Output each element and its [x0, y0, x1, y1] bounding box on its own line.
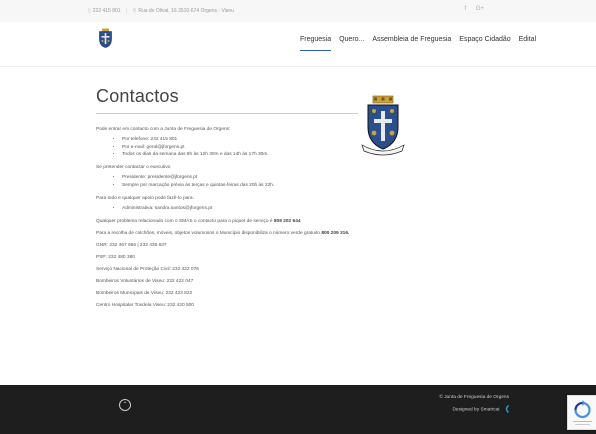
coat-of-arms: [361, 95, 405, 156]
site-footer: ⌃ © Junta de Freguesia de Orgens Designe…: [0, 385, 596, 434]
recolha-line: Para a recolha de colchões, móveis, obje…: [96, 231, 366, 237]
list-item: Todos os dias da semana das 9h às 12h 30…: [122, 152, 366, 158]
contact-info-bar: ▯ 232 415 801 | ⚲ Rua do Olival, 16 3510-6…: [88, 8, 234, 14]
contact-line-protecao-civil: Serviço Nacional de Proteção Civil: 232 …: [96, 266, 199, 272]
site-logo[interactable]: [98, 28, 113, 48]
exec-intro: Se pretender contactar o executivo: [96, 165, 171, 170]
site-header: Freguesia Quero... Assembleia de Fregues…: [0, 22, 596, 67]
contact-line-bombeiros-municipais: Bombeiros Municipais de Viseu: 232 423 8…: [96, 290, 193, 296]
contact-line-gnr: GNR: 232 467 956 | 232 436 637: [96, 242, 167, 248]
google-plus-icon[interactable]: G+: [476, 6, 484, 12]
list-item[interactable]: Por e-mail: geral@jforgens.pt: [122, 145, 366, 151]
recaptcha-icon: [573, 400, 592, 425]
support-intro: Para todo e qualquer apoio pode fazê-lo …: [96, 195, 194, 201]
top-bar: ▯ 232 415 801 | ⚲ Rua do Olival, 16 3510-6…: [0, 0, 596, 23]
list-item: Por telefone: 232 415 801: [122, 137, 366, 143]
recolha-text: Para a recolha de colchões, móveis, obje…: [96, 230, 322, 236]
smas-line: Qualquer problema relacionado com o SMAS…: [96, 219, 366, 225]
support-list: Administrativa: sandra.santos@jforgens.p…: [96, 206, 366, 212]
smas-number: 808 202 644: [273, 218, 301, 224]
recaptcha-badge[interactable]: [567, 395, 596, 430]
list-item[interactable]: Administrativa: sandra.santos@jforgens.p…: [122, 206, 366, 212]
contact-line-psp: PSP: 232 480 380: [96, 254, 135, 260]
nav-item-edital[interactable]: Edital: [519, 36, 537, 43]
page-title: Contactos: [96, 86, 179, 106]
copyright-text: © Junta de Freguesia de Orgens: [439, 395, 509, 400]
map-marker-icon: ⚲: [132, 8, 137, 14]
designed-by-line: Designed by Smartcat: [439, 405, 509, 413]
main-content: Contactos: [96, 86, 496, 107]
other-contacts: Qualquer problema relacionado com o SMAS…: [96, 219, 366, 309]
title-divider: [96, 113, 358, 114]
facebook-icon[interactable]: f: [464, 6, 466, 12]
list-item[interactable]: Presidente: presidente@jforgens.pt: [122, 175, 366, 181]
nav-item-freguesia[interactable]: Freguesia: [300, 36, 332, 51]
nav-item-quero[interactable]: Quero...: [339, 36, 364, 43]
intro-text: Pode entrar em contacto com a Junta de F…: [96, 127, 231, 132]
phone-icon: ▯: [88, 8, 91, 14]
chevron-up-icon[interactable]: ⌃: [119, 399, 131, 411]
smartcat-logo-icon: [505, 405, 509, 413]
contact-content: Pode entrar em contacto com a Junta de F…: [96, 127, 366, 315]
list-item: Sempre por marcação prévia às terças e q…: [122, 183, 366, 189]
footer-credits: © Junta de Freguesia de Orgens Designed …: [439, 395, 509, 418]
main-nav: Freguesia Quero... Assembleia de Fregues…: [300, 36, 542, 51]
contact-line-hospital: Centro Hospitalar Tondela Viseu: 232 420…: [96, 302, 194, 308]
topbar-phone: 232 415 801: [92, 8, 121, 14]
contact-line-bombeiros-voluntarios: Bombeiros Voluntários de Viseu: 232 422 …: [96, 278, 194, 284]
separator: |: [125, 8, 128, 14]
nav-item-assembleia[interactable]: Assembleia de Freguesia: [372, 36, 451, 43]
contact-list: Por telefone: 232 415 801 Por e-mail: ge…: [96, 137, 366, 158]
social-links: f G+: [456, 6, 484, 12]
topbar-address: Rua do Olival, 16 3510-674 Orgens - Vise…: [138, 8, 234, 14]
recolha-number: 800 209 316.: [321, 230, 350, 236]
smas-text: Qualquer problema relacionado com o SMAS…: [96, 218, 274, 224]
exec-list: Presidente: presidente@jforgens.pt Sempr…: [96, 175, 366, 189]
designed-by-text[interactable]: Designed by Smartcat: [452, 407, 499, 412]
nav-item-espaco-cidadao[interactable]: Espaço Cidadão: [459, 36, 510, 43]
